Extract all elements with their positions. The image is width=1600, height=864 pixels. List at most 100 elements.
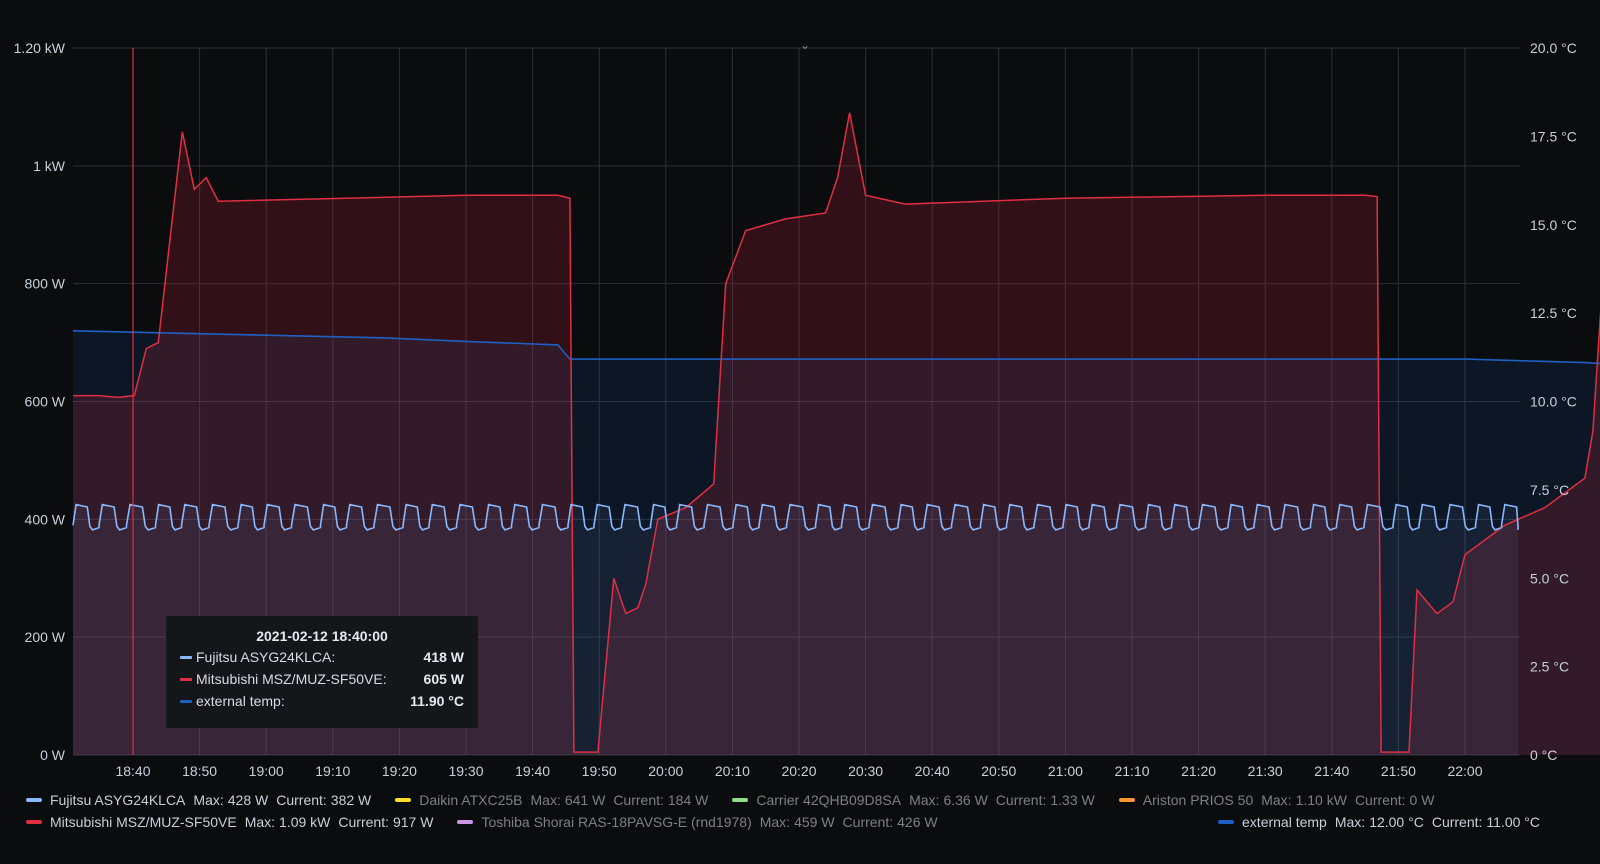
tooltip-series-name: external temp: [196, 693, 285, 709]
tooltip-series-value: 418 W [423, 649, 464, 665]
legend-current-label: Current: [995, 792, 1047, 808]
left-axis: 0 W 200 W 400 W 600 W 800 W 1 kW 1.20 kW [14, 40, 66, 763]
right-tick-label: 20.0 °C [1530, 40, 1577, 56]
left-tick-label: 800 W [25, 276, 66, 292]
x-tick-label: 18:40 [115, 763, 150, 779]
legend-max-value: 459 W [794, 814, 835, 830]
legend-max-value: 641 W [564, 792, 606, 808]
x-tick-label: 20:50 [981, 763, 1016, 779]
legend-series-name: Fujitsu ASYG24KLCA [50, 792, 186, 808]
legend-swatch [457, 820, 474, 824]
tooltip-series-value: 11.90 °C [410, 693, 464, 709]
legend-item[interactable]: Ariston PRIOS 50 Max: 1.10 kW Current: 0 W [1118, 792, 1443, 808]
left-tick-label: 400 W [25, 511, 66, 527]
left-tick-label: 600 W [25, 394, 66, 410]
legend-swatch [732, 798, 749, 802]
legend-current-label: Current: [276, 792, 327, 808]
left-tick-label: 1 kW [33, 158, 66, 174]
legend-current-label: Current: [338, 814, 389, 830]
x-tick-label: 20:30 [848, 763, 883, 779]
right-tick-label: 17.5 °C [1530, 128, 1577, 144]
tooltip-row: Fujitsu ASYG24KLCA: 418 W [180, 648, 464, 666]
legend-series-name: Toshiba Shorai RAS-18PAVSG-E (rnd1978) [481, 814, 752, 830]
legend-item[interactable]: Toshiba Shorai RAS-18PAVSG-E (rnd1978) Ma… [457, 814, 945, 830]
x-tick-label: 18:50 [182, 763, 217, 779]
tooltip-row: Mitsubishi MSZ/MUZ-SF50VE: 605 W [180, 670, 464, 688]
timeseries-chart[interactable]: 0 W 200 W 400 W 600 W 800 W 1 kW 1.20 kW 0 °C 2… [0, 0, 1600, 864]
legend-series-name: Daikin ATXC25B [419, 792, 523, 808]
legend-current-value: 1.33 W [1050, 792, 1095, 808]
x-tick-label: 22:00 [1447, 763, 1482, 779]
chevron-down-icon[interactable]: ⌄ [800, 38, 810, 52]
legend-max-value: 428 W [227, 792, 269, 808]
legend-item[interactable]: Daikin ATXC25B Max: 641 W Current: 184 W [395, 792, 716, 808]
legend-current-label: Current: [1354, 792, 1406, 808]
legend-max-label: Max: [1334, 814, 1366, 830]
tooltip-series-value: 605 W [423, 671, 464, 687]
x-axis: 18:40 18:50 19:00 19:10 19:20 19:30 19:40 19:50… [115, 763, 1482, 779]
x-tick-label: 21:10 [1114, 763, 1149, 779]
legend-item[interactable]: external temp Max: 12.00 °C Current: 11.00 °… [1218, 814, 1548, 830]
x-tick-label: 20:00 [648, 763, 683, 779]
x-tick-label: 21:50 [1381, 763, 1416, 779]
legend-max-value: 1.10 kW [1295, 792, 1347, 808]
x-tick-label: 19:20 [382, 763, 417, 779]
legend-current-value: 426 W [897, 814, 938, 830]
x-tick-label: 21:00 [1048, 763, 1083, 779]
right-tick-label: 0 °C [1530, 747, 1557, 763]
tooltip-series-name: Fujitsu ASYG24KLCA: [196, 649, 336, 665]
legend-swatch [1218, 820, 1235, 824]
legend-current-value: 0 W [1409, 792, 1435, 808]
legend-series-name: Carrier 42QHB09D8SA [756, 792, 902, 808]
legend-swatch [395, 798, 412, 802]
legend-item[interactable]: Mitsubishi MSZ/MUZ-SF50VE Max: 1.09 kW Curr… [26, 814, 441, 830]
tooltip-series-name: Mitsubishi MSZ/MUZ-SF50VE: [196, 671, 387, 687]
legend-max-label: Max: [244, 814, 276, 830]
legend-max-label: Max: [530, 792, 561, 808]
legend-current-value: 382 W [330, 792, 372, 808]
x-tick-label: 21:20 [1181, 763, 1216, 779]
legend-row: Mitsubishi MSZ/MUZ-SF50VE Max: 1.09 kW Curr… [26, 812, 962, 832]
legend-item[interactable]: Carrier 42QHB09D8SA Max: 6.36 W Current: 1.3… [732, 792, 1102, 808]
legend-series-name: external temp [1242, 814, 1327, 830]
legend-current-value: 184 W [667, 792, 709, 808]
right-tick-label: 5.0 °C [1530, 570, 1569, 586]
x-tick-label: 21:40 [1314, 763, 1349, 779]
right-tick-label: 2.5 °C [1530, 659, 1569, 675]
series-swatch [180, 655, 192, 659]
x-tick-label: 20:20 [781, 763, 816, 779]
hover-tooltip: 2021-02-12 18:40:00 Fujitsu ASYG24KLCA: … [166, 616, 478, 728]
legend-max-value: 12.00 °C [1369, 814, 1424, 830]
legend-swatch [26, 798, 42, 802]
left-tick-label: 0 W [40, 747, 66, 763]
legend-row: external temp Max: 12.00 °C Current: 11.00 °… [1218, 812, 1564, 832]
legend-current-value: 11.00 °C [1486, 814, 1540, 830]
x-tick-label: 19:00 [249, 763, 284, 779]
right-tick-label: 7.5 °C [1530, 482, 1569, 498]
series-swatch [180, 699, 192, 703]
legend-series-name: Ariston PRIOS 50 [1142, 792, 1254, 808]
x-tick-label: 19:50 [582, 763, 617, 779]
legend-current-label: Current: [842, 814, 894, 830]
left-tick-label: 200 W [25, 629, 66, 645]
legend-max-label: Max: [193, 792, 224, 808]
legend-max-label: Max: [1261, 792, 1292, 808]
tooltip-row: external temp: 11.90 °C [180, 692, 464, 710]
right-tick-label: 15.0 °C [1530, 217, 1577, 233]
legend-series-name: Mitsubishi MSZ/MUZ-SF50VE [50, 814, 237, 830]
legend-max-label: Max: [909, 792, 940, 808]
tooltip-time: 2021-02-12 18:40:00 [256, 628, 388, 644]
legend-row: Fujitsu ASYG24KLCA Max: 428 W Current: 382 W… [26, 790, 1458, 810]
legend-item[interactable]: Fujitsu ASYG24KLCA Max: 428 W Current: 382 W [26, 792, 379, 808]
legend-max-value: 6.36 W [943, 792, 988, 808]
x-tick-label: 20:10 [715, 763, 750, 779]
right-tick-label: 10.0 °C [1530, 394, 1577, 410]
series-swatch [180, 677, 192, 681]
left-tick-label: 1.20 kW [14, 40, 66, 56]
legend-current-label: Current: [1431, 814, 1483, 830]
x-tick-label: 19:40 [515, 763, 550, 779]
x-tick-label: 19:30 [448, 763, 483, 779]
x-tick-label: 20:40 [915, 763, 950, 779]
legend-swatch [1118, 798, 1135, 802]
legend-max-value: 1.09 kW [279, 814, 331, 830]
